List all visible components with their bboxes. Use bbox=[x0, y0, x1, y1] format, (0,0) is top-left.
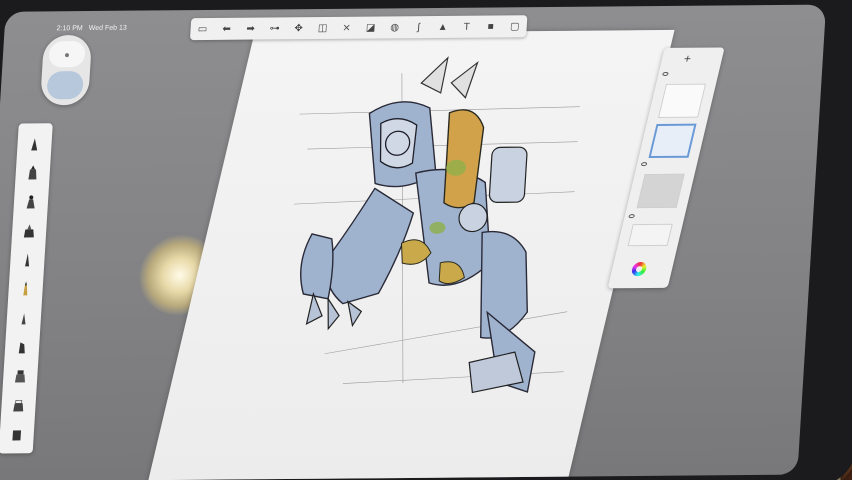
ruler-icon[interactable]: ⊶ bbox=[267, 21, 282, 35]
eye-icon[interactable] bbox=[640, 162, 648, 167]
mech-sketch-artwork bbox=[293, 56, 580, 394]
airbrush-icon[interactable] bbox=[22, 222, 37, 240]
layer-opacity-control[interactable] bbox=[627, 223, 673, 247]
pen-icon[interactable]: ∫ bbox=[411, 20, 426, 34]
transform-icon[interactable]: ✥ bbox=[291, 21, 306, 35]
fill-icon[interactable]: ◪ bbox=[363, 20, 378, 34]
fineliner-brush-icon[interactable] bbox=[16, 308, 31, 326]
top-toolbar: ▭ ⬅ ➡ ⊶ ✥ ◫ ⨯ ◪ ◍ ∫ ▲ T ■ ▢ bbox=[189, 15, 528, 41]
status-date: Wed Feb 13 bbox=[88, 24, 127, 33]
layer-thumbnail-selected[interactable] bbox=[648, 123, 697, 159]
marker-brush-icon[interactable] bbox=[25, 164, 40, 182]
color-wheel-icon[interactable] bbox=[630, 261, 648, 277]
smudge-brush-icon[interactable] bbox=[13, 366, 28, 384]
brush-palette bbox=[0, 123, 53, 454]
brush-puck[interactable] bbox=[39, 34, 93, 106]
fill-brush-icon[interactable] bbox=[9, 424, 24, 442]
brush-size-dot bbox=[64, 53, 70, 58]
layer-thumbnail[interactable] bbox=[636, 173, 685, 209]
eye-icon[interactable] bbox=[661, 71, 669, 76]
brush-brush-icon[interactable] bbox=[23, 193, 38, 211]
undo-icon[interactable]: ⬅ bbox=[219, 22, 234, 36]
fullscreen-icon[interactable]: ▢ bbox=[507, 19, 522, 33]
gallery-icon[interactable]: ▭ bbox=[195, 22, 210, 36]
shape-icon[interactable]: ◍ bbox=[387, 20, 402, 34]
status-time: 2:10 PM bbox=[56, 25, 83, 33]
ballpoint-brush-icon[interactable] bbox=[20, 250, 35, 268]
add-layer-button[interactable]: + bbox=[682, 52, 692, 66]
tablet-device: 2:10 PM Wed Feb 13 ▭ ⬅ ➡ ⊶ ✥ ◫ ⨯ ◪ ◍ ∫ ▲… bbox=[0, 0, 852, 480]
chisel-brush-icon[interactable] bbox=[15, 337, 30, 355]
paintbrush-icon[interactable] bbox=[18, 279, 33, 297]
color-swatch[interactable] bbox=[46, 71, 85, 100]
symmetry-icon[interactable]: ⨯ bbox=[339, 21, 354, 35]
layer-icon[interactable]: ◫ bbox=[315, 21, 330, 35]
redo-icon[interactable]: ➡ bbox=[243, 22, 258, 36]
eraser-brush-icon[interactable] bbox=[11, 395, 26, 413]
eye-icon[interactable] bbox=[628, 214, 636, 219]
brush-size-control[interactable] bbox=[48, 41, 86, 68]
status-bar: 2:10 PM Wed Feb 13 bbox=[56, 25, 127, 33]
image-icon[interactable]: ▲ bbox=[435, 20, 450, 34]
tablet-screen: 2:10 PM Wed Feb 13 ▭ ⬅ ➡ ⊶ ✥ ◫ ⨯ ◪ ◍ ∫ ▲… bbox=[0, 4, 827, 480]
text-tool-button[interactable]: T bbox=[459, 20, 474, 34]
pencil-brush-icon[interactable] bbox=[27, 135, 42, 153]
camera-icon[interactable]: ■ bbox=[483, 19, 498, 33]
layer-thumbnail[interactable] bbox=[657, 83, 707, 118]
